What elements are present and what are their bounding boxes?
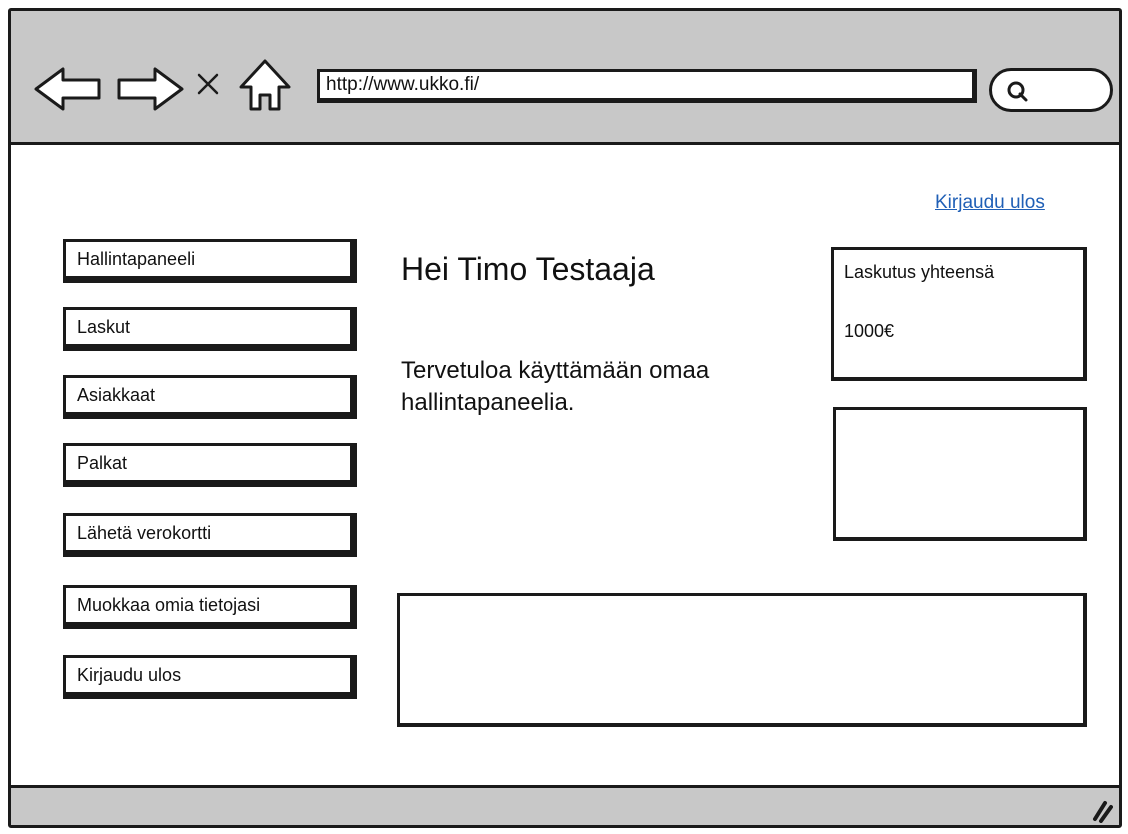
- info-card-empty: [833, 407, 1087, 541]
- search-field[interactable]: [989, 68, 1113, 112]
- sidebar-item-customers[interactable]: Asiakkaat: [63, 375, 357, 419]
- home-icon: [239, 59, 291, 111]
- stop-button[interactable]: [195, 71, 221, 97]
- arrow-right-icon: [117, 67, 184, 111]
- back-button[interactable]: [33, 66, 103, 112]
- home-button[interactable]: [237, 57, 293, 113]
- arrow-left-icon: [34, 67, 101, 111]
- address-bar-input[interactable]: [317, 69, 977, 103]
- forward-button[interactable]: [115, 66, 185, 112]
- billing-total-card: Laskutus yhteensä 1000€: [831, 247, 1087, 381]
- browser-toolbar: [11, 11, 1119, 145]
- sidebar-item-salaries[interactable]: Palkat: [63, 443, 357, 487]
- resize-grip-icon[interactable]: [1085, 795, 1113, 823]
- welcome-message: Tervetuloa käyttämään omaa hallintapanee…: [401, 357, 710, 416]
- page-title: Hei Timo Testaaja: [401, 251, 655, 287]
- logout-link[interactable]: Kirjaudu ulos: [935, 192, 1045, 214]
- sidebar-item-send-tax-card[interactable]: Lähetä verokortti: [63, 513, 357, 557]
- sidebar-item-dashboard[interactable]: Hallintapaneeli: [63, 239, 357, 283]
- billing-total-label: Laskutus yhteensä: [844, 262, 995, 282]
- sidebar-item-edit-profile[interactable]: Muokkaa omia tietojasi: [63, 585, 357, 629]
- close-icon: [197, 73, 219, 95]
- content-panel-empty: [397, 593, 1087, 727]
- status-bar: [11, 785, 1119, 825]
- sidebar-item-invoices[interactable]: Laskut: [63, 307, 357, 351]
- sidebar-item-logout[interactable]: Kirjaudu ulos: [63, 655, 357, 699]
- browser-window: Kirjaudu ulos Hallintapaneeli Laskut Asi…: [8, 8, 1122, 828]
- billing-total-value: 1000€: [844, 321, 895, 341]
- search-icon: [1007, 81, 1028, 102]
